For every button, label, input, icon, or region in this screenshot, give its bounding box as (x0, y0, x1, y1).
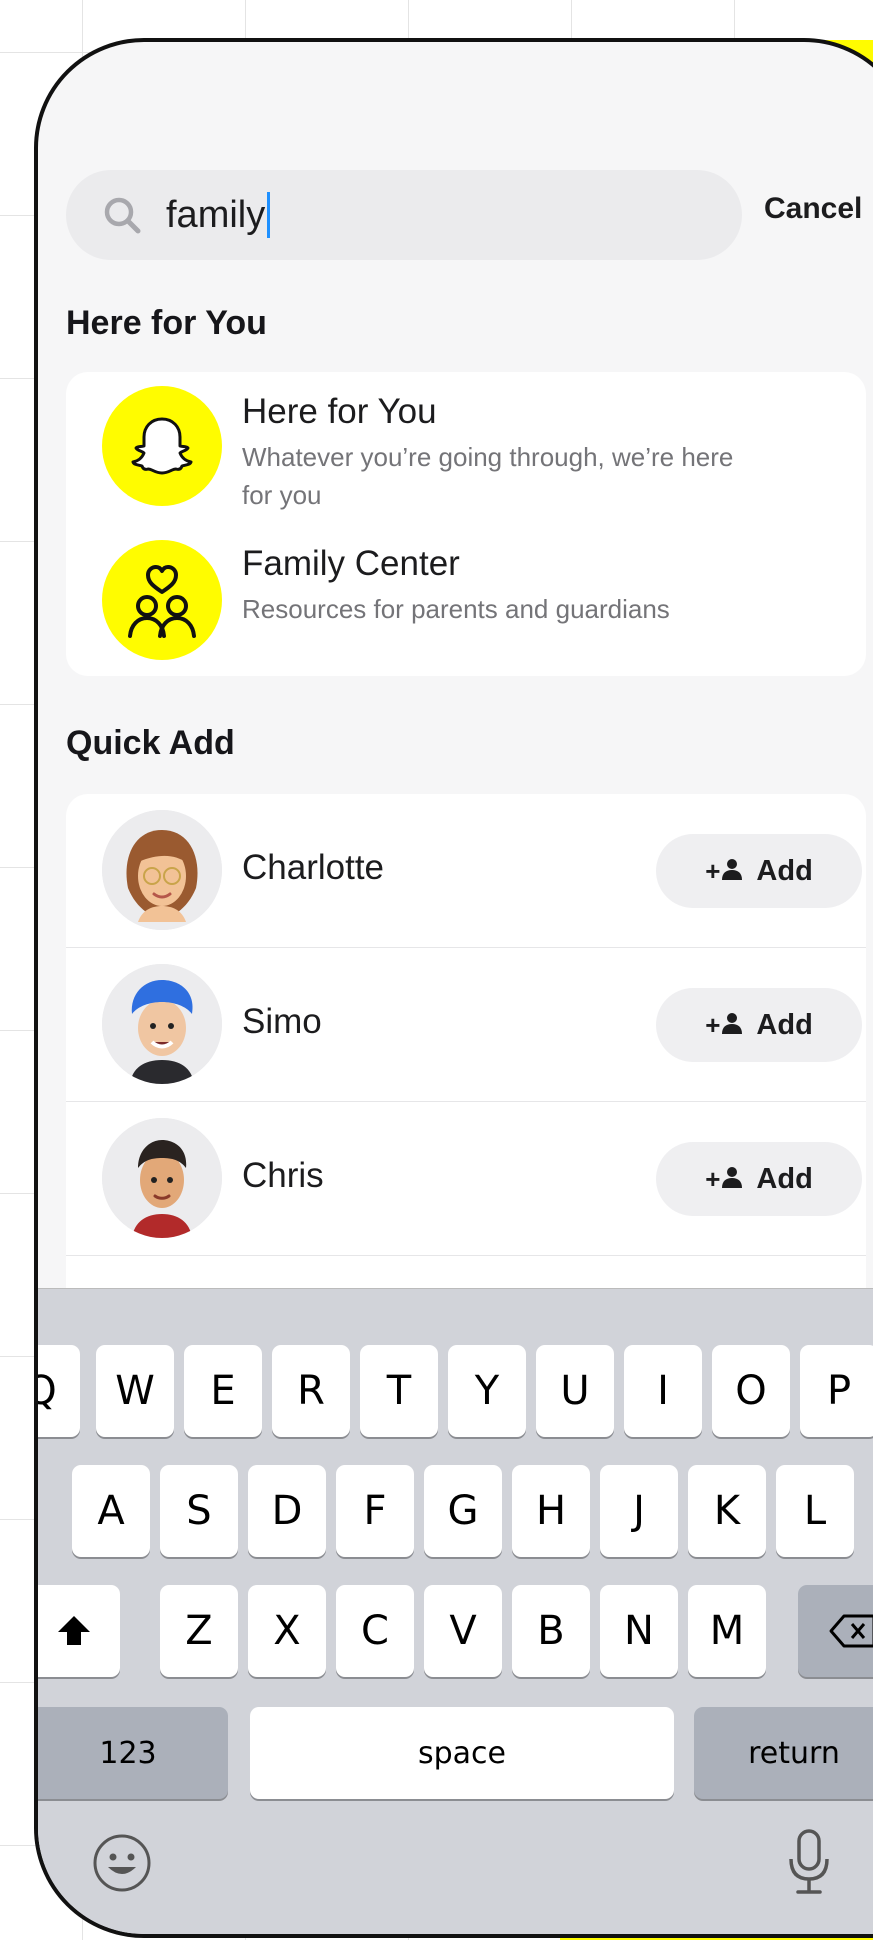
person-name: Simo (242, 1002, 322, 1041)
key-t[interactable]: T (360, 1345, 438, 1437)
here-for-you-card: Here for You Whatever you’re going throu… (66, 372, 866, 676)
search-icon (102, 194, 144, 236)
key-j[interactable]: J (600, 1465, 678, 1557)
key-p[interactable]: P (800, 1345, 873, 1437)
cancel-button[interactable]: Cancel (764, 192, 862, 226)
key-e[interactable]: E (184, 1345, 262, 1437)
backspace-key[interactable] (798, 1585, 873, 1677)
return-key[interactable]: return (694, 1707, 873, 1799)
key-l[interactable]: L (776, 1465, 854, 1557)
emoji-icon[interactable] (90, 1831, 154, 1895)
key-k[interactable]: K (688, 1465, 766, 1557)
key-x[interactable]: X (248, 1585, 326, 1677)
add-friend-button[interactable]: + Add (656, 1142, 862, 1216)
key-o[interactable]: O (712, 1345, 790, 1437)
add-friend-button[interactable]: + Add (656, 988, 862, 1062)
here-for-you-subtitle-line1: Whatever you’re going through, we’re her… (242, 442, 734, 472)
key-z[interactable]: Z (160, 1585, 238, 1677)
key-a[interactable]: A (72, 1465, 150, 1557)
list-item-charlotte[interactable]: Charlotte + Add (66, 794, 866, 948)
text-caret (267, 192, 271, 238)
key-y[interactable]: Y (448, 1345, 526, 1437)
phone-frame: family Cancel Here for You Here for You … (34, 38, 873, 1938)
ghost-icon (102, 386, 222, 506)
add-person-icon (720, 1165, 744, 1194)
family-center-icon (102, 540, 222, 660)
key-f[interactable]: F (336, 1465, 414, 1557)
search-screen: family Cancel Here for You Here for You … (38, 42, 873, 1934)
key-i[interactable]: I (624, 1345, 702, 1437)
add-person-icon (720, 857, 744, 886)
add-person-icon (720, 1011, 744, 1040)
key-v[interactable]: V (424, 1585, 502, 1677)
avatar (102, 810, 222, 930)
person-name: Chris (242, 1156, 324, 1195)
avatar (102, 1118, 222, 1238)
list-item-family-center[interactable]: Family Center Resources for parents and … (66, 532, 866, 676)
key-q[interactable]: Q (38, 1345, 80, 1437)
add-label: Add (756, 1008, 813, 1041)
key-u[interactable]: U (536, 1345, 614, 1437)
key-b[interactable]: B (512, 1585, 590, 1677)
key-g[interactable]: G (424, 1465, 502, 1557)
search-input[interactable]: family (66, 170, 742, 260)
quick-add-list: Charlotte + Add Simo + Add Chris + Add (66, 794, 866, 1314)
on-screen-keyboard: Q W E R T Y U I O P A S D F G H J K L Z … (38, 1288, 873, 1934)
search-query: family (166, 192, 271, 238)
shift-icon (58, 1616, 90, 1645)
add-plus-text: + (705, 855, 721, 886)
key-r[interactable]: R (272, 1345, 350, 1437)
list-item-here-for-you[interactable]: Here for You Whatever you’re going throu… (66, 372, 866, 532)
here-for-you-title: Here for You (242, 392, 437, 431)
space-key[interactable]: space (250, 1707, 674, 1799)
backspace-icon (829, 1614, 873, 1648)
add-label: Add (756, 854, 813, 887)
numbers-key[interactable]: 123 (38, 1707, 228, 1799)
key-m[interactable]: M (688, 1585, 766, 1677)
list-item-chris[interactable]: Chris + Add (66, 1102, 866, 1256)
add-label: Add (756, 1162, 813, 1195)
key-c[interactable]: C (336, 1585, 414, 1677)
microphone-icon[interactable] (784, 1827, 834, 1899)
key-h[interactable]: H (512, 1465, 590, 1557)
key-w[interactable]: W (96, 1345, 174, 1437)
avatar (102, 964, 222, 1084)
shift-key[interactable] (38, 1585, 120, 1677)
here-for-you-subtitle: Whatever you’re going through, we’re her… (242, 438, 822, 514)
person-name: Charlotte (242, 848, 385, 887)
section-title-quick-add: Quick Add (66, 724, 235, 762)
section-title-here-for-you: Here for You (66, 304, 267, 342)
list-item-simo[interactable]: Simo + Add (66, 948, 866, 1102)
key-d[interactable]: D (248, 1465, 326, 1557)
search-query-text: family (166, 193, 266, 236)
key-s[interactable]: S (160, 1465, 238, 1557)
add-plus-text: + (705, 1163, 721, 1194)
key-n[interactable]: N (600, 1585, 678, 1677)
family-center-subtitle: Resources for parents and guardians (242, 594, 670, 624)
add-plus-text: + (705, 1009, 721, 1040)
add-friend-button[interactable]: + Add (656, 834, 862, 908)
family-center-title: Family Center (242, 544, 460, 583)
here-for-you-subtitle-line2: for you (242, 480, 322, 510)
